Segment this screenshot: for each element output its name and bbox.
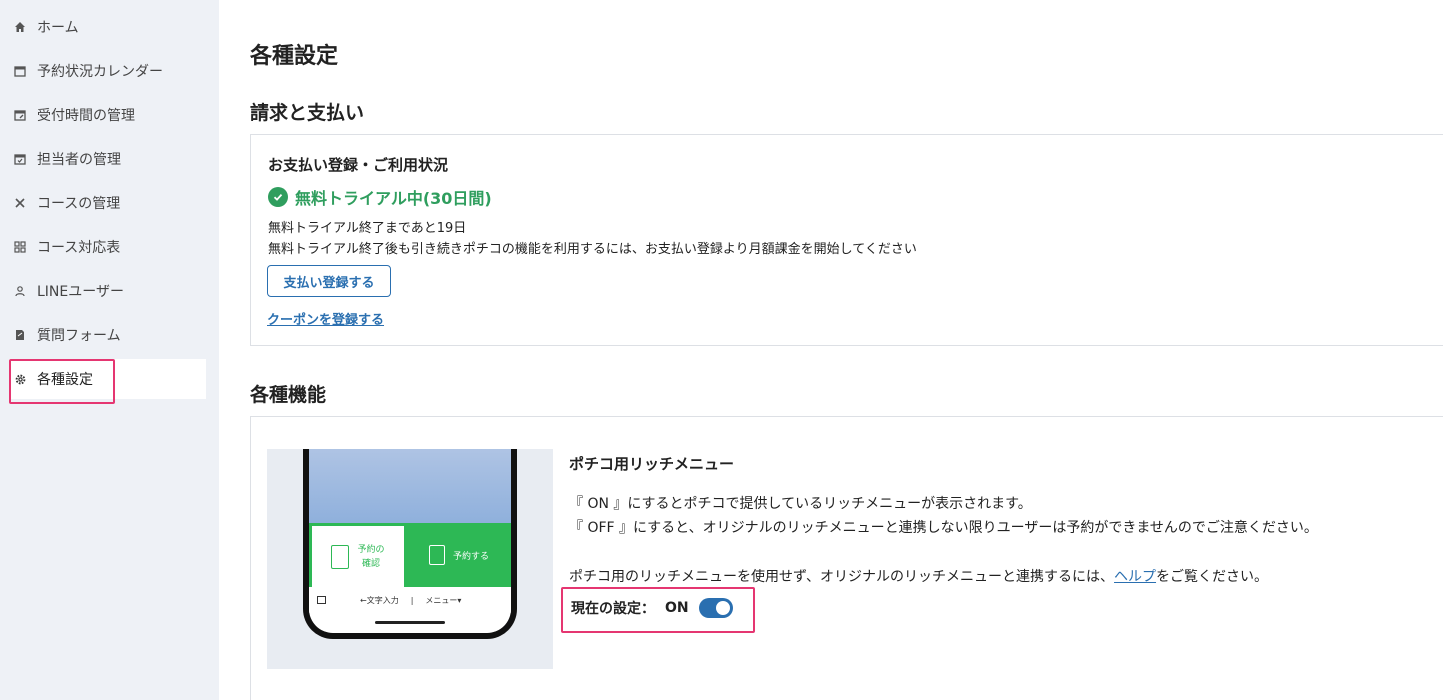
home-icon (13, 20, 27, 34)
sidebar-item-label: ホーム (37, 20, 79, 36)
billing-card: お支払い登録・ご利用状況 無料トライアル中(30日間) 無料トライアル終了まであ… (250, 134, 1443, 346)
main-content: 各種設定 請求と支払い お支払い登録・ご利用状況 無料トライアル中(30日間) … (250, 0, 1443, 700)
current-setting-value: ON (665, 600, 689, 616)
sidebar: ホーム 予約状況カレンダー 受付時間の管理 担当者の管理 コースの管理 コース対… (0, 0, 219, 700)
current-setting-label: 現在の設定： (571, 601, 655, 617)
trial-status-text: 無料トライアル中(30日間) (295, 189, 492, 208)
rich-menu-preview: 予約の 確認 予約する ←文字入力 | メニュー▾ (267, 449, 553, 669)
sidebar-item-reception-hours[interactable]: 受付時間の管理 (9, 95, 206, 135)
sidebar-item-label: コース対応表 (37, 240, 121, 256)
calendar-icon (13, 64, 27, 78)
sidebar-item-label: LINEユーザー (37, 284, 124, 300)
rich-menu-toggle[interactable] (698, 598, 733, 618)
sidebar-item-label: コースの管理 (37, 196, 121, 212)
rich-menu-reserve-button: 予約する (407, 523, 511, 587)
sidebar-item-label: 質問フォーム (37, 328, 121, 344)
toggle-knob (715, 601, 730, 615)
trial-notice: 無料トライアル終了後も引き続きポチコの機能を利用するには、お支払い登録より月額課… (268, 242, 917, 257)
sidebar-item-label: 担当者の管理 (37, 152, 121, 168)
sidebar-item-label: 各種設定 (37, 372, 93, 388)
current-setting: 現在の設定： ON (571, 598, 733, 618)
sidebar-item-question-form[interactable]: 質問フォーム (9, 315, 206, 355)
features-card: 予約の 確認 予約する ←文字入力 | メニュー▾ ポチコ用リッチメニュー 『 … (250, 416, 1443, 700)
form-edit-icon (13, 328, 27, 342)
sidebar-item-settings[interactable]: 各種設定 (9, 359, 206, 399)
calendar-edit-icon (13, 108, 27, 122)
page-title: 各種設定 (250, 44, 339, 69)
gear-icon (13, 372, 27, 386)
home-indicator (375, 621, 445, 624)
grid-icon (13, 240, 27, 254)
user-icon (13, 284, 27, 298)
billing-section-title: 請求と支払い (250, 102, 365, 124)
phone-mockup: 予約の 確認 予約する ←文字入力 | メニュー▾ (303, 449, 517, 639)
rich-menu-help-text: ポチコ用のリッチメニューを使用せず、オリジナルのリッチメニューと連携するには、ヘ… (569, 569, 1269, 585)
features-section-title: 各種機能 (250, 384, 327, 406)
register-payment-button[interactable]: 支払い登録する (267, 265, 391, 297)
sidebar-item-courses[interactable]: コースの管理 (9, 183, 206, 223)
trial-status: 無料トライアル中(30日間) (268, 185, 492, 209)
line-bottom-bar: ←文字入力 | メニュー▾ (309, 587, 511, 613)
rich-menu-buttons: 予約の 確認 予約する (309, 523, 511, 589)
help-link[interactable]: ヘルプ (1114, 569, 1156, 585)
register-coupon-link[interactable]: クーポンを登録する (267, 309, 384, 328)
phone-screen: 予約の 確認 予約する ←文字入力 | メニュー▾ (309, 449, 511, 633)
calendar-check-icon (13, 152, 27, 166)
sidebar-item-calendar[interactable]: 予約状況カレンダー (9, 51, 206, 91)
document-edit-icon (428, 545, 445, 565)
keyboard-icon (317, 596, 326, 604)
sidebar-item-label: 受付時間の管理 (37, 108, 135, 124)
current-setting-highlight: 現在の設定： ON (561, 587, 755, 633)
rich-menu-confirm-button: 予約の 確認 (311, 525, 405, 589)
rich-menu-desc-on: 『 ON 』にするとポチコで提供しているリッチメニューが表示されます。 (569, 496, 1032, 512)
rich-menu-desc-off: 『 OFF 』にすると、オリジナルのリッチメニューと連携しない限りユーザーは予約… (569, 520, 1318, 536)
rich-menu-title: ポチコ用リッチメニュー (569, 455, 735, 473)
sidebar-item-label: 予約状況カレンダー (37, 64, 163, 80)
sidebar-item-home[interactable]: ホーム (9, 7, 206, 47)
utensils-icon (13, 196, 27, 210)
book-icon (331, 545, 350, 569)
trial-days-left: 無料トライアル終了まであと19日 (268, 221, 467, 236)
sidebar-item-staff[interactable]: 担当者の管理 (9, 139, 206, 179)
sidebar-item-course-table[interactable]: コース対応表 (9, 227, 206, 267)
payment-status-heading: お支払い登録・ご利用状況 (268, 156, 449, 174)
check-circle-icon (268, 187, 288, 207)
sidebar-item-line-users[interactable]: LINEユーザー (9, 271, 206, 311)
